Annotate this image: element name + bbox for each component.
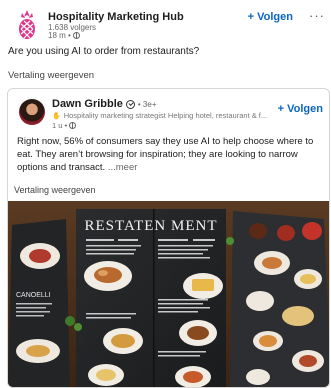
globe-icon [69, 122, 77, 129]
shared-body-text: Right now, 56% of consumers say they use… [17, 136, 314, 173]
post-text: Are you using AI to order from restauran… [8, 46, 200, 57]
show-translation-link[interactable]: Vertaling weergeven [8, 70, 94, 81]
see-more-link[interactable]: ...meer [108, 162, 138, 173]
verified-icon [125, 99, 135, 109]
show-translation-link[interactable]: Vertaling weergeven [14, 185, 96, 195]
more-options-icon[interactable]: ··· [309, 8, 325, 23]
follow-author-button[interactable]: + Volgen [278, 103, 323, 115]
globe-icon [72, 32, 80, 39]
menu-title: RESTATEN MENT [84, 218, 217, 234]
shared-author[interactable]: Dawn Gribble • 3e+ [52, 98, 157, 110]
left-panel-label: CANOELLI [16, 292, 51, 299]
shared-author-name[interactable]: Dawn Gribble [52, 98, 123, 110]
follow-button[interactable]: + Volgen [248, 11, 293, 23]
post-timestamp: 18 m • [48, 31, 71, 40]
headline-text: Hospitality marketing strategist Helping… [63, 111, 268, 120]
shared-meta: 1 u • [52, 121, 77, 130]
shared-author-headline: ✋ Hospitality marketing strategist Helpi… [52, 111, 277, 120]
shared-post-text: Right now, 56% of consumers say they use… [17, 135, 329, 174]
wave-hand-icon: ✋ [52, 112, 61, 120]
shared-post-card[interactable]: Dawn Gribble • 3e+ ✋ Hospitality marketi… [7, 88, 330, 388]
post-author-name[interactable]: Hospitality Marketing Hub [48, 11, 184, 23]
connection-degree: • 3e+ [137, 99, 157, 109]
shared-timestamp: 1 u • [52, 121, 68, 130]
post-meta: 18 m • [48, 31, 80, 40]
post-image[interactable]: CANOELLI RESTATEN MENT [8, 201, 329, 387]
pineapple-logo-icon[interactable] [10, 8, 44, 42]
avatar[interactable] [19, 99, 45, 125]
